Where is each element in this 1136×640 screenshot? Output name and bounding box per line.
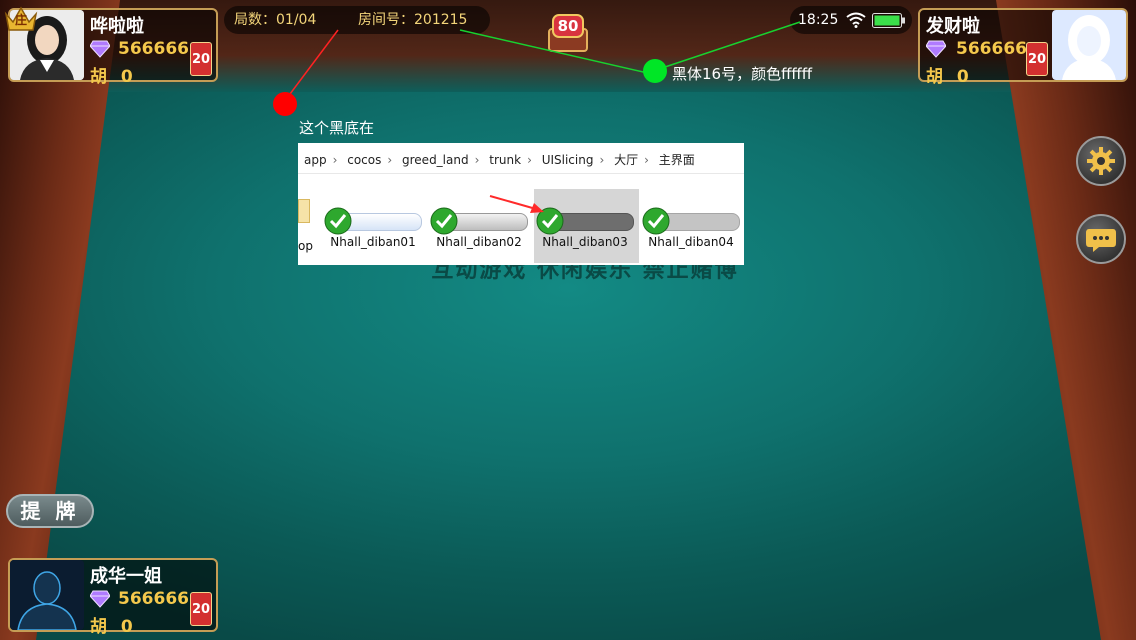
breadcrumb-item[interactable]: trunk	[489, 153, 521, 167]
breadcrumb-item[interactable]: cocos	[347, 153, 381, 167]
breadcrumb-item[interactable]: UISlicing	[542, 153, 594, 167]
breadcrumb-item[interactable]: 大厅	[614, 153, 638, 167]
file-tile-selected[interactable]: Nhall_diban03	[536, 189, 638, 264]
check-circle-icon	[324, 207, 352, 235]
red-dot-marker	[273, 92, 297, 116]
check-circle-icon	[642, 207, 670, 235]
file-name: Nhall_diban04	[648, 235, 734, 249]
chevron-right-icon: ›	[599, 153, 605, 167]
breadcrumb-item[interactable]: 主界面	[659, 153, 695, 167]
red-pointer-line	[286, 29, 339, 99]
red-arrow-icon	[489, 195, 544, 213]
file-explorer-snippet: app › cocos › greed_land › trunk › UISlicing…	[298, 143, 744, 265]
check-circle-icon	[430, 207, 458, 235]
file-tile[interactable]: Nhall_diban04	[642, 189, 744, 264]
chevron-right-icon: ›	[332, 153, 338, 167]
file-tile[interactable]: Nhall_diban01	[324, 189, 426, 264]
file-name: Nhall_diban01	[330, 235, 416, 249]
chevron-right-icon: ›	[527, 153, 532, 167]
green-dot-marker	[643, 59, 667, 83]
file-name: Nhall_diban03	[542, 235, 628, 249]
file-thumbnail-partial[interactable]	[298, 199, 310, 223]
breadcrumb-item[interactable]: app	[304, 153, 327, 167]
green-pointer-line-1	[459, 29, 653, 75]
chevron-right-icon: ›	[474, 153, 480, 167]
breadcrumb-item[interactable]: greed_land	[402, 153, 469, 167]
file-name: Nhall_diban02	[436, 235, 522, 249]
breadcrumb: app › cocos › greed_land › trunk › UISlicing…	[298, 143, 744, 174]
annotation-black-note: 这个黑底在	[299, 119, 375, 137]
chevron-right-icon: ›	[387, 153, 393, 167]
annotation-lines	[273, 21, 801, 116]
file-name-partial: op	[298, 239, 313, 253]
annotation-font-note: 黑体16号，颜色ffffff	[672, 65, 813, 83]
chevron-right-icon: ›	[644, 153, 649, 167]
